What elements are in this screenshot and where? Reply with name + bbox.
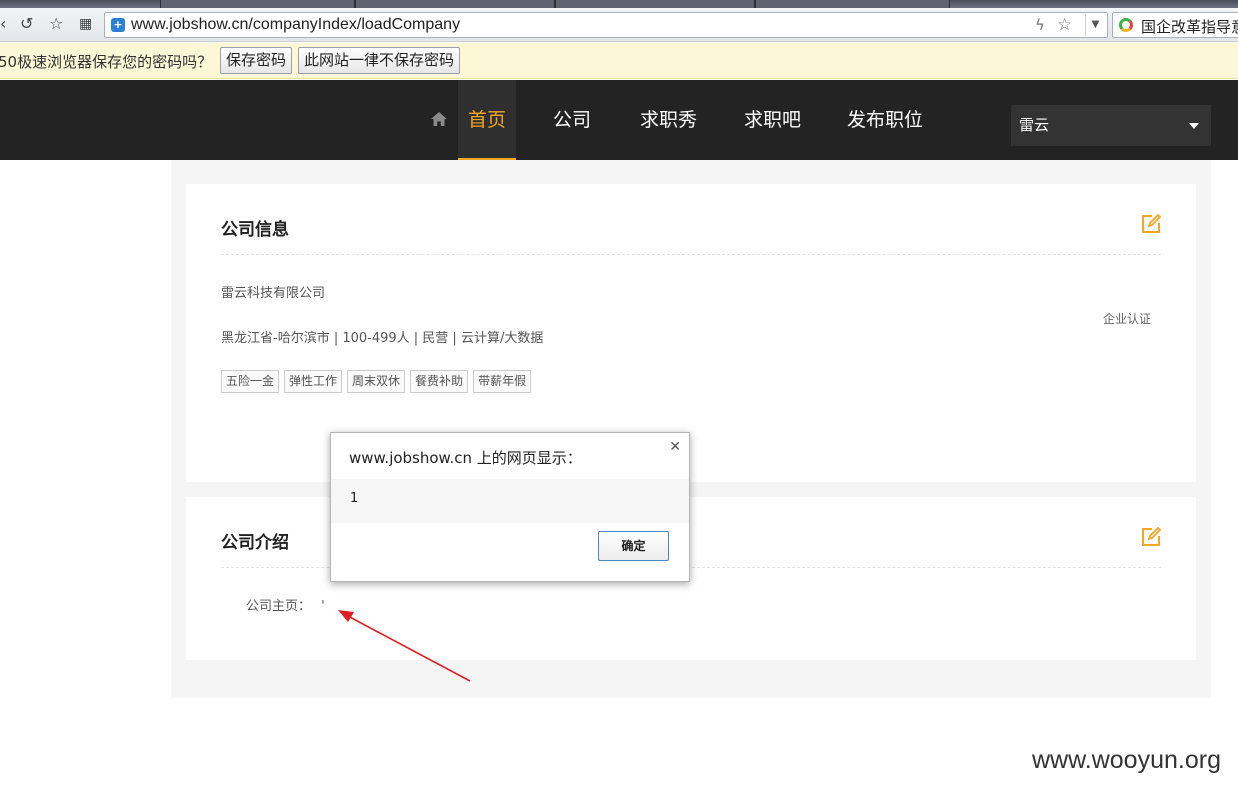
address-bar[interactable]: + www.jobshow.cn/companyIndex/loadCompan… [104, 12, 1108, 38]
password-save-bar: 50极速浏览器保存您的密码吗？ 保存密码 此网站一律不保存密码 [0, 43, 1238, 79]
url-dropdown-icon[interactable]: ▼ [1085, 14, 1105, 36]
search-text: 国企改革指导意 [1141, 18, 1238, 36]
browser-tab[interactable] [555, 0, 755, 8]
browser-toolbar: ‹ ↺ ☆ ▦ + www.jobshow.cn/companyIndex/lo… [0, 8, 1238, 42]
nav-company[interactable]: 公司 [553, 80, 591, 160]
dialog-message: 1 [350, 491, 359, 506]
divider [221, 254, 1161, 255]
edit-icon[interactable] [1141, 527, 1161, 547]
certification-link[interactable]: 企业认证 [1103, 310, 1151, 327]
bookmark-star-icon[interactable]: ☆ [1057, 15, 1072, 35]
apps-grid-icon[interactable]: ▦ [79, 13, 92, 35]
company-intro-title: 公司介绍 [221, 533, 289, 553]
company-name: 雷云科技有限公司 [221, 286, 326, 301]
browser-tab[interactable] [355, 0, 555, 8]
speed-mode-icon[interactable]: ϟ [1035, 16, 1045, 34]
url-text: www.jobshow.cn/companyIndex/loadCompany [131, 16, 461, 33]
benefit-tag: 周末双休 [347, 370, 406, 393]
homepage-label: 公司主页： [246, 599, 312, 614]
browser-tab[interactable] [755, 0, 950, 8]
never-save-password-button[interactable]: 此网站一律不保存密码 [298, 47, 461, 74]
user-menu[interactable]: 雷云 [1011, 105, 1211, 146]
nav-home[interactable]: 首页 [458, 80, 517, 160]
back-icon[interactable]: ‹ [0, 13, 6, 35]
homepage-value: ' [321, 599, 325, 614]
company-info-title: 公司信息 [221, 220, 289, 240]
refresh-icon[interactable]: ↺ [20, 13, 33, 35]
favorite-star-icon[interactable]: ☆ [49, 13, 63, 35]
dialog-title: www.jobshow.cn 上的网页显示： [349, 449, 582, 467]
benefit-tag: 餐费补助 [410, 370, 469, 393]
search-engine-icon [1119, 18, 1133, 32]
nav-job-show[interactable]: 求职秀 [640, 80, 697, 160]
nav-job-forum[interactable]: 求职吧 [744, 80, 801, 160]
edit-icon[interactable] [1141, 214, 1161, 234]
benefit-tag: 带薪年假 [473, 370, 532, 393]
ok-button[interactable]: 确定 [598, 531, 669, 561]
browser-tab-strip [0, 0, 1238, 8]
watermark: www.wooyun.org [1032, 746, 1221, 774]
homepage-row: 公司主页： ' [246, 595, 325, 614]
search-box[interactable]: 国企改革指导意 [1112, 12, 1238, 38]
home-icon[interactable] [431, 112, 447, 126]
benefit-tags: 五险一金 弹性工作 周末双休 餐费补助 带薪年假 [221, 370, 536, 393]
annotation-arrow-icon [338, 610, 471, 682]
close-icon[interactable]: ✕ [669, 439, 681, 455]
dialog-body: 1 [331, 479, 689, 523]
site-shield-icon: + [111, 18, 125, 32]
benefit-tag: 五险一金 [221, 370, 280, 393]
user-name: 雷云 [1019, 116, 1050, 134]
save-password-button[interactable]: 保存密码 [220, 47, 293, 74]
password-save-message: 50极速浏览器保存您的密码吗？ [0, 53, 213, 71]
chevron-down-icon [1189, 123, 1199, 129]
browser-tab[interactable] [160, 0, 355, 8]
site-header: 首页 公司 求职秀 求职吧 发布职位 雷云 [0, 80, 1238, 160]
company-meta: 黑龙江省-哈尔滨市 | 100-499人 | 民营 | 云计算/大数据 [221, 331, 544, 346]
alert-dialog: www.jobshow.cn 上的网页显示： ✕ 1 确定 [330, 432, 690, 582]
nav-post-job[interactable]: 发布职位 [847, 80, 923, 160]
benefit-tag: 弹性工作 [284, 370, 343, 393]
